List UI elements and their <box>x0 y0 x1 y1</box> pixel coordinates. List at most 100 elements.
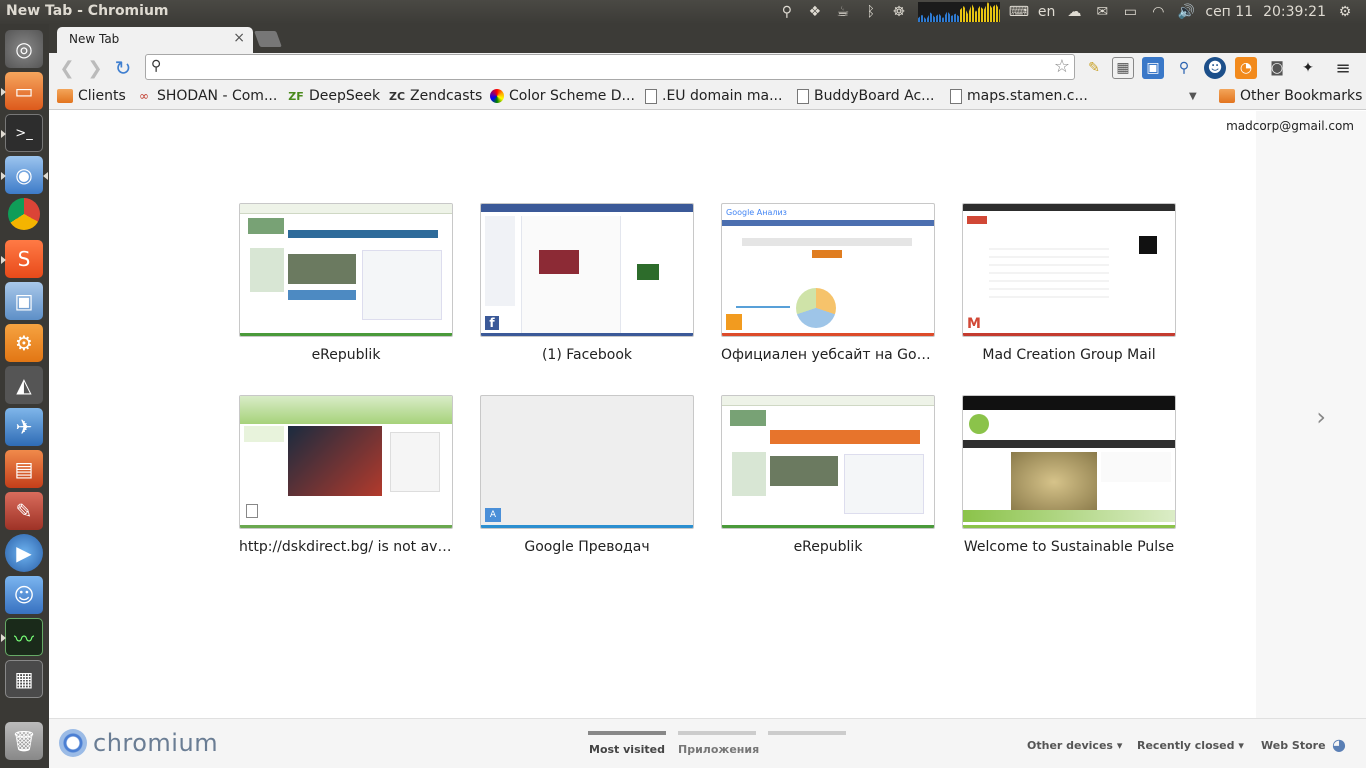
next-page-area[interactable] <box>1256 111 1366 743</box>
bookmark-maps-stamen[interactable]: maps.stamen.c... <box>950 86 1088 106</box>
keyboard-icon[interactable]: ⌨ <box>1009 3 1029 21</box>
window-title: New Tab - Chromium <box>6 3 169 19</box>
tile-thumbnail: A <box>480 395 694 529</box>
dropbox-icon[interactable]: ❖ <box>806 3 824 21</box>
reload-icon[interactable]: ↻ <box>111 56 135 80</box>
bookmark-deepseek[interactable]: ZF DeepSeek <box>288 86 380 106</box>
most-visited-tile[interactable]: Google Анализ Официален уебсайт на Googl… <box>721 203 935 363</box>
bookmark-eu-domain[interactable]: .EU domain ma... <box>645 86 782 106</box>
chromium-icon[interactable]: ◉ <box>5 156 43 194</box>
omnibox[interactable]: ⚲ ☆ <box>145 54 1075 80</box>
tile-thumbnail <box>239 203 453 337</box>
power-icon[interactable]: ⚙ <box>1336 3 1354 21</box>
other-devices-label: Other devices <box>1027 739 1113 752</box>
shodan-icon: ∞ <box>139 89 149 103</box>
most-visited-tile[interactable]: eRepublik <box>239 203 453 363</box>
tile-title: Welcome to Sustainable Pulse <box>963 539 1175 555</box>
battery-icon[interactable]: ▭ <box>1121 3 1139 21</box>
web-store-link[interactable]: Web Store <box>1261 739 1326 752</box>
screenshot-extension-icon[interactable]: ▣ <box>1142 57 1164 79</box>
bluetooth-icon[interactable]: ᛒ <box>862 3 880 21</box>
most-visited-tile[interactable]: http://dskdirect.bg/ is not avai... <box>239 395 453 555</box>
bookmarks-overflow-icon[interactable]: ▼ <box>1189 86 1197 106</box>
chevron-down-icon: ▾ <box>1116 739 1123 752</box>
volume-icon[interactable]: 🔊 <box>1177 3 1195 21</box>
bookmark-colorscheme[interactable]: Color Scheme D... <box>490 86 635 106</box>
other-devices-menu[interactable]: Other devices ▾ <box>1027 739 1122 752</box>
weather-icon[interactable]: ☁ <box>1065 3 1083 21</box>
chevron-down-icon: ▾ <box>1238 739 1244 752</box>
chrome-icon[interactable] <box>8 198 40 230</box>
most-visited-tile[interactable]: A Google Преводач <box>480 395 694 555</box>
dash-home-icon[interactable]: ◎ <box>5 30 43 68</box>
tab-third[interactable] <box>768 731 846 743</box>
tab-apps[interactable]: Приложения <box>678 731 759 756</box>
most-visited-tile[interactable]: Welcome to Sustainable Pulse <box>962 395 1176 555</box>
most-visited-tile[interactable]: f (1) Facebook <box>480 203 694 363</box>
transmission-icon[interactable]: ⚲ <box>778 3 796 21</box>
web-store-icon[interactable]: ◕ <box>1332 735 1346 754</box>
system-monitor-icon[interactable]: 〰 <box>5 618 43 656</box>
bookmark-star-icon[interactable]: ☆ <box>1054 56 1070 77</box>
notes-extension-icon[interactable]: ✎ <box>1083 57 1105 79</box>
most-visited-tile[interactable]: M Mad Creation Group Mail <box>962 203 1176 363</box>
files-icon[interactable]: ▭ <box>5 72 43 110</box>
virtualbox-icon[interactable]: ▣ <box>5 282 43 320</box>
other-bookmarks[interactable]: Other Bookmarks <box>1219 86 1362 106</box>
software-center-icon[interactable]: ▤ <box>5 450 43 488</box>
media-player-icon[interactable]: ▶ <box>5 534 43 572</box>
mail-icon[interactable]: ✉ <box>1093 3 1111 21</box>
update-icon[interactable]: ☸ <box>890 3 908 21</box>
tile-thumbnail <box>239 395 453 529</box>
panel-time[interactable]: 20:39:21 <box>1263 4 1326 20</box>
brand-wordmark: chromium <box>93 729 219 757</box>
terminal-icon[interactable]: >_ <box>5 114 43 152</box>
bookmark-buddyboard[interactable]: BuddyBoard Ac... <box>797 86 935 106</box>
zoom-extension-icon[interactable]: ⚲ <box>1173 57 1195 79</box>
tab-most-visited[interactable]: Most visited <box>588 731 666 756</box>
bookmark-shodan[interactable]: ∞ SHODAN - Com... <box>136 86 277 106</box>
indicator-area: ⚲ ❖ ☕ ᛒ ☸ ⌨ en ☁ ✉ ▭ ◠ 🔊 сеп 11 20:39:21… <box>778 0 1366 24</box>
most-visited-tile[interactable]: eRepublik <box>721 395 935 555</box>
tile-title: http://dskdirect.bg/ is not avai... <box>239 539 453 555</box>
glasses-extension-icon[interactable]: ◙ <box>1266 57 1288 79</box>
rss-extension-icon[interactable]: ◔ <box>1235 57 1257 79</box>
tools-icon[interactable]: ✎ <box>5 492 43 530</box>
puzzle-extension-icon[interactable]: ✦ <box>1297 57 1319 79</box>
next-page-arrow-icon[interactable]: › <box>1316 403 1326 431</box>
panel-date[interactable]: сеп 11 <box>1205 4 1253 20</box>
forward-icon[interactable]: ❯ <box>83 56 107 80</box>
page-icon <box>797 88 809 104</box>
recently-closed-menu[interactable]: Recently closed ▾ <box>1137 739 1244 752</box>
bookmarks-bar: Clients ∞ SHODAN - Com... ZF DeepSeek ZC Ze… <box>49 82 1366 110</box>
coffee-icon[interactable]: ☕ <box>834 3 852 21</box>
bookmark-zendcasts[interactable]: ZC Zendcasts <box>389 86 482 106</box>
inkscape-icon[interactable]: ◭ <box>5 366 43 404</box>
sublime-icon[interactable]: S <box>5 240 43 278</box>
footer-tab-label: Most visited <box>589 743 665 756</box>
top-panel: New Tab - Chromium ⚲ ❖ ☕ ᛒ ☸ ⌨ en ☁ ✉ ▭ … <box>0 0 1366 24</box>
grid-extension-icon[interactable]: ▦ <box>1112 57 1134 79</box>
menu-icon[interactable]: ≡ <box>1332 57 1354 79</box>
folder-icon <box>1219 89 1235 103</box>
settings-icon[interactable]: ⚙ <box>5 324 43 362</box>
empathy-icon[interactable]: ☺ <box>5 576 43 614</box>
new-tab-button[interactable] <box>254 31 282 47</box>
wifi-icon[interactable]: ◠ <box>1149 3 1167 21</box>
tab-strip: New Tab × <box>49 24 1366 53</box>
thunderbird-icon[interactable]: ✈ <box>5 408 43 446</box>
bookmark-label: .EU domain ma... <box>662 88 783 104</box>
trash-icon[interactable]: 🗑 <box>5 722 43 760</box>
user-agent-extension-icon[interactable]: ☻ <box>1204 57 1226 79</box>
keyboard-layout[interactable]: en <box>1038 4 1056 20</box>
system-monitor-graph[interactable] <box>917 2 1000 22</box>
address-input[interactable] <box>170 58 1040 76</box>
close-tab-icon[interactable]: × <box>233 30 245 46</box>
zendcasts-icon: ZC <box>388 89 406 103</box>
workspace-switcher-icon[interactable]: ▦ <box>5 660 43 698</box>
tab-new-tab[interactable]: New Tab × <box>57 27 253 53</box>
bookmark-label: Color Scheme D... <box>509 88 635 104</box>
back-icon[interactable]: ❮ <box>55 56 79 80</box>
account-email[interactable]: madcorp@gmail.com <box>1226 119 1354 133</box>
bookmark-clients[interactable]: Clients <box>57 86 126 106</box>
